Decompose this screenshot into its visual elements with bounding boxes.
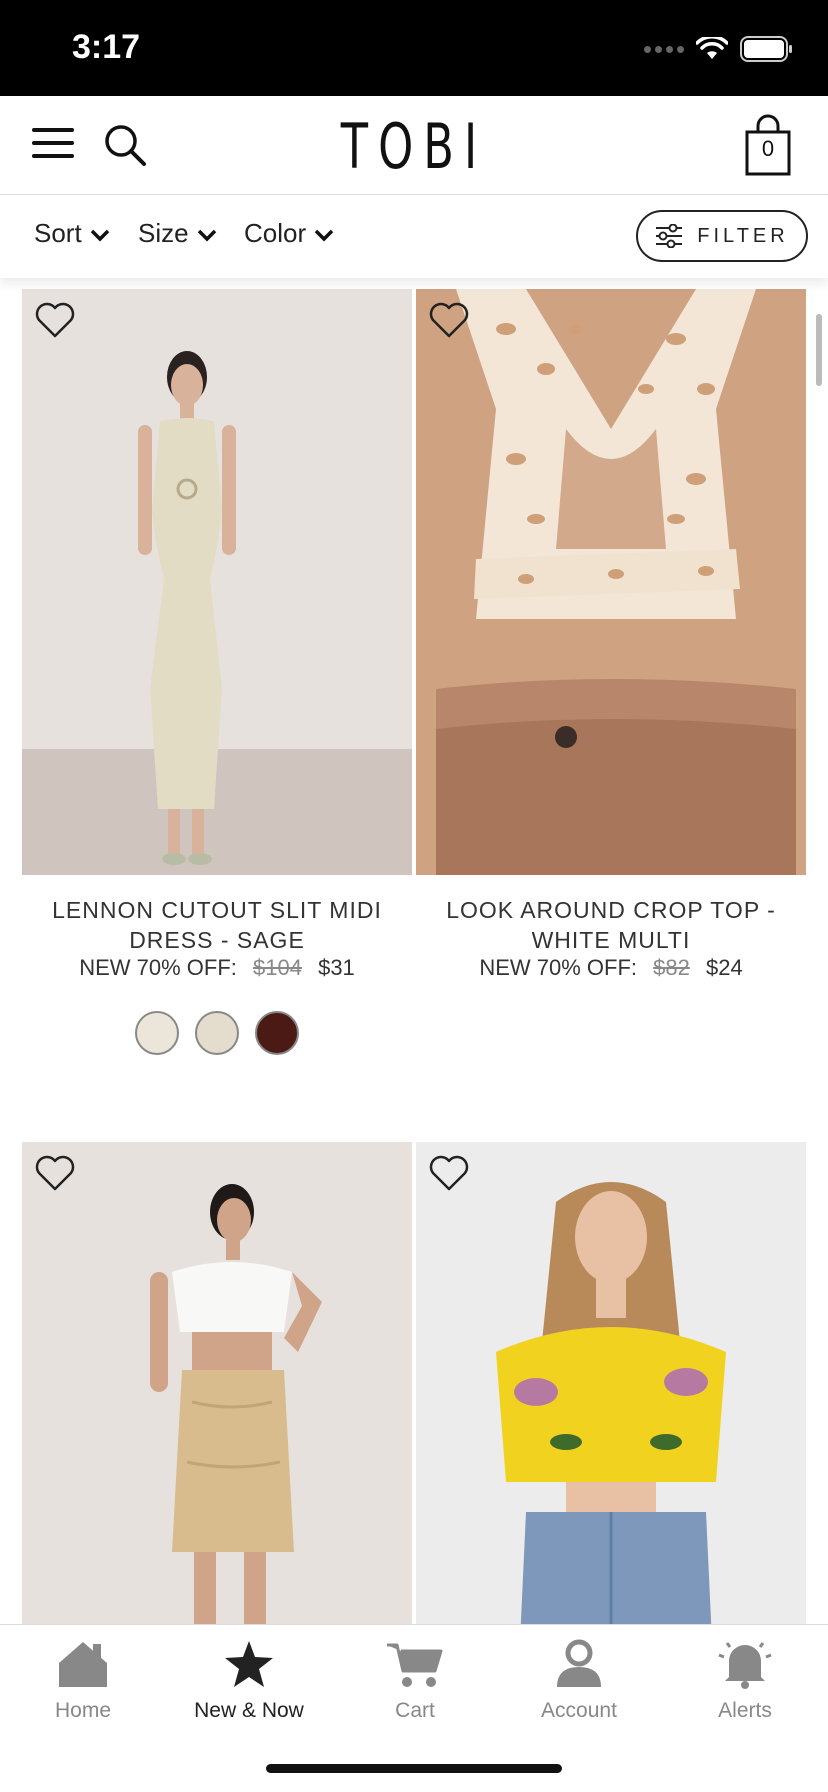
- tab-new-and-now[interactable]: New & Now: [166, 1639, 332, 1739]
- price-label: NEW 70% OFF:: [79, 955, 237, 980]
- cart-count: 0: [761, 136, 775, 161]
- status-bar: 3:17: [0, 0, 828, 96]
- size-label: Size: [138, 218, 189, 248]
- tab-label: Account: [541, 1699, 617, 1722]
- heart-icon[interactable]: [428, 301, 470, 339]
- sliders-icon: [656, 224, 683, 248]
- bell-icon: [718, 1642, 772, 1689]
- sale-price: $31: [318, 955, 355, 980]
- color-label: Color: [244, 218, 307, 248]
- product-price: NEW 70% OFF: $82 $24: [416, 955, 806, 981]
- wifi-icon: [696, 37, 728, 59]
- filter-label: FILTER: [697, 224, 789, 247]
- color-swatch[interactable]: [255, 1011, 299, 1055]
- product-image[interactable]: [416, 289, 806, 875]
- sort-dropdown[interactable]: Sort: [34, 218, 110, 249]
- status-time: 3:17: [72, 28, 141, 66]
- tobi-logo[interactable]: TOBI: [116, 110, 712, 183]
- status-icons: [644, 36, 794, 62]
- scrollbar[interactable]: [816, 314, 822, 386]
- heart-icon[interactable]: [428, 1154, 470, 1192]
- color-dropdown[interactable]: Color: [244, 218, 334, 249]
- battery-icon: [740, 36, 792, 62]
- cellular-signal-icon: [644, 45, 684, 53]
- tab-label: New & Now: [194, 1699, 304, 1722]
- home-icon: [59, 1642, 107, 1687]
- tab-label: Home: [54, 1699, 112, 1722]
- chevron-down-icon: [197, 229, 216, 241]
- cart-icon: [387, 1643, 443, 1687]
- home-indicator[interactable]: [266, 1764, 562, 1773]
- chevron-down-icon: [314, 229, 334, 241]
- tab-alerts[interactable]: Alerts: [662, 1639, 828, 1739]
- heart-icon[interactable]: [34, 1154, 76, 1192]
- product-name[interactable]: LOOK AROUND CROP TOP - WHITE MULTI: [416, 895, 806, 955]
- account-icon: [557, 1639, 601, 1687]
- chevron-down-icon: [90, 229, 109, 241]
- tab-label: Cart: [395, 1699, 435, 1722]
- color-swatches: [22, 1011, 412, 1055]
- color-swatch[interactable]: [135, 1011, 179, 1055]
- tab-home[interactable]: Home: [0, 1639, 166, 1739]
- heart-icon[interactable]: [34, 301, 76, 339]
- tab-label: Alerts: [718, 1699, 772, 1722]
- app-header: TOBI 0: [0, 96, 828, 195]
- size-dropdown[interactable]: Size: [138, 218, 217, 249]
- old-price: $104: [253, 955, 302, 980]
- color-swatch[interactable]: [195, 1011, 239, 1055]
- product-name[interactable]: LENNON CUTOUT SLIT MIDI DRESS - SAGE: [22, 895, 412, 955]
- sort-label: Sort: [34, 218, 82, 248]
- filter-button[interactable]: FILTER: [636, 210, 808, 262]
- product-image[interactable]: [22, 289, 412, 875]
- filter-bar: Sort Size Color FILTER: [0, 196, 828, 278]
- old-price: $82: [653, 955, 690, 980]
- star-icon: [225, 1641, 273, 1687]
- product-price: NEW 70% OFF: $104 $31: [22, 955, 412, 981]
- menu-button[interactable]: [32, 124, 76, 164]
- price-label: NEW 70% OFF:: [479, 955, 637, 980]
- sale-price: $24: [705, 955, 743, 980]
- tab-account[interactable]: Account: [496, 1639, 662, 1739]
- tab-cart[interactable]: Cart: [332, 1639, 498, 1739]
